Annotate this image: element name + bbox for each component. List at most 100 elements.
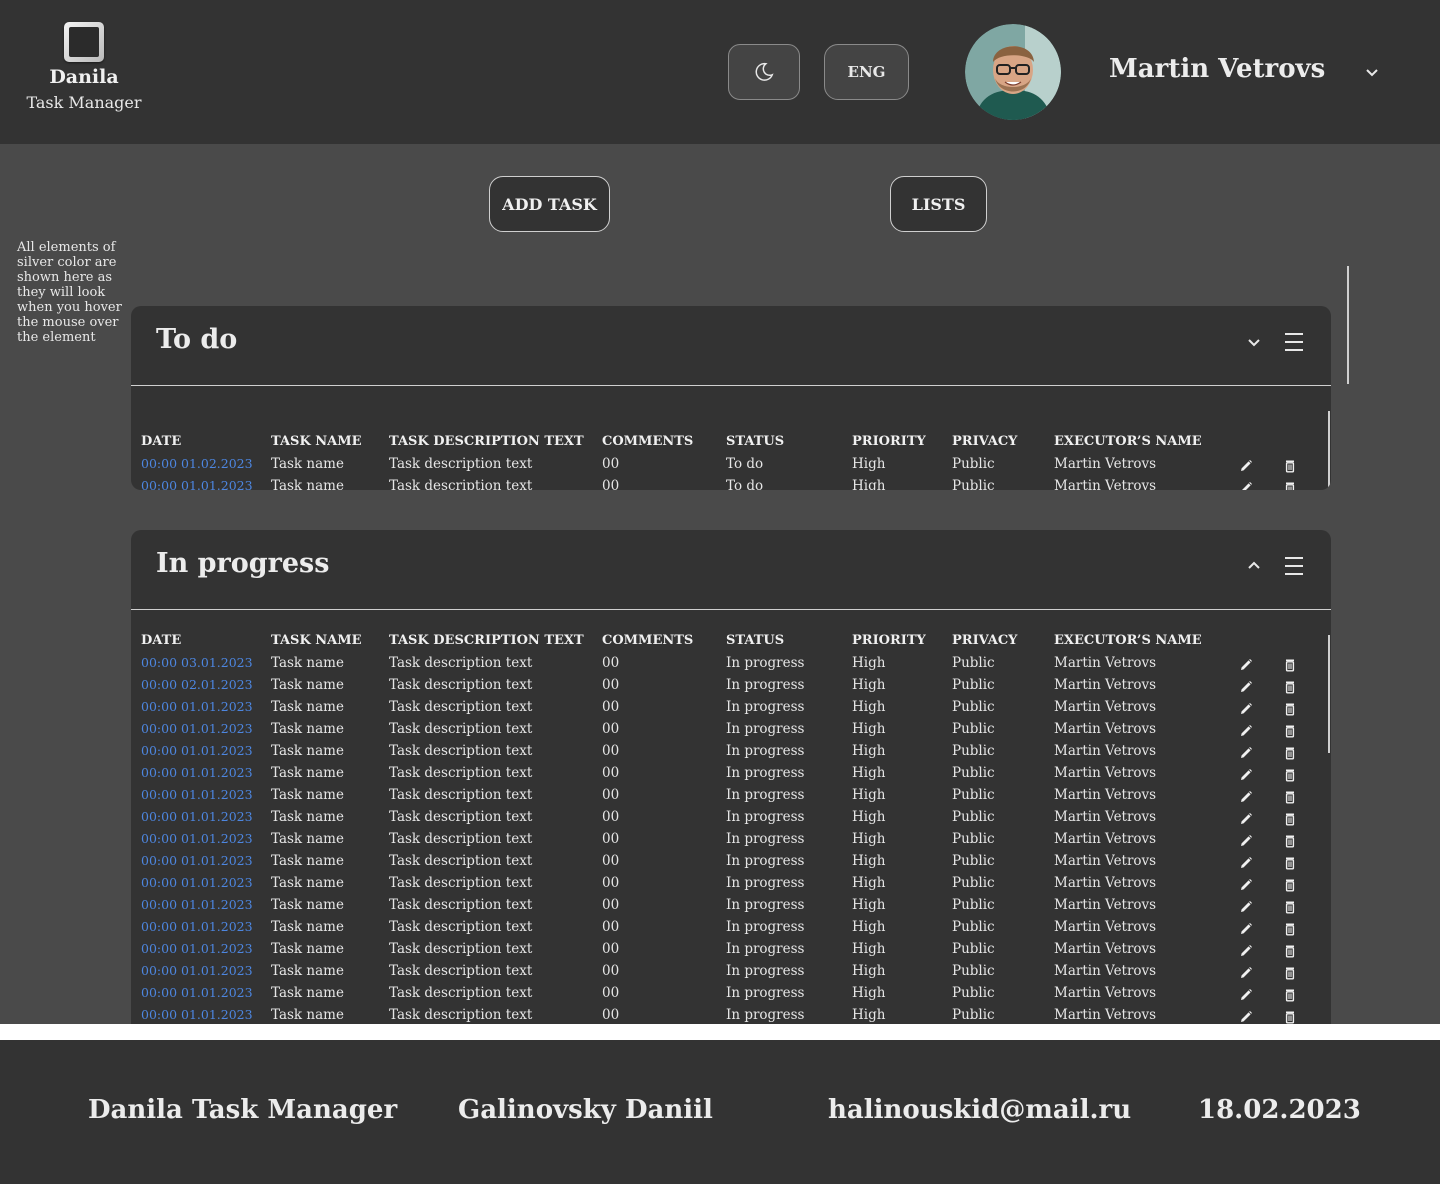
edit-icon[interactable] <box>1239 943 1253 957</box>
column-header-description[interactable]: TASK DESCRIPTION TEXT <box>389 633 584 648</box>
edit-icon[interactable] <box>1239 811 1253 825</box>
cell-date[interactable]: 00:00 01.01.2023 <box>141 478 253 490</box>
cell-date[interactable]: 00:00 01.01.2023 <box>141 831 253 846</box>
delete-icon[interactable] <box>1283 855 1297 870</box>
cell-date[interactable]: 00:00 01.01.2023 <box>141 941 253 956</box>
edit-icon[interactable] <box>1239 679 1253 693</box>
cell-date[interactable]: 00:00 02.01.2023 <box>141 677 253 692</box>
cell-date[interactable]: 00:00 01.01.2023 <box>141 699 253 714</box>
column-header-comments[interactable]: COMMENTS <box>602 633 693 648</box>
table-row[interactable]: 00:00 01.01.2023 Task name Task descriptio… <box>131 831 1331 853</box>
table-row[interactable]: 00:00 01.01.2023 Task name Task descriptio… <box>131 941 1331 963</box>
menu-icon[interactable] <box>1284 331 1304 353</box>
cell-date[interactable]: 00:00 01.01.2023 <box>141 963 253 978</box>
table-row[interactable]: 00:00 01.01.2023 Task name Task descriptio… <box>131 743 1331 765</box>
table-row[interactable]: 00:00 01.01.2023 Task name Task descriptio… <box>131 963 1331 985</box>
cell-date[interactable]: 00:00 01.02.2023 <box>141 456 253 471</box>
column-header-executor[interactable]: EXECUTOR’S NAME <box>1054 434 1202 449</box>
column-header-privacy[interactable]: PRIVACY <box>952 633 1017 648</box>
chevron-down-icon[interactable] <box>1246 334 1262 350</box>
cell-date[interactable]: 00:00 01.01.2023 <box>141 765 253 780</box>
edit-icon[interactable] <box>1239 855 1253 869</box>
table-row[interactable]: 00:00 01.01.2023 Task name Task descriptio… <box>131 787 1331 809</box>
column-header-executor[interactable]: EXECUTOR’S NAME <box>1054 633 1202 648</box>
column-header-status[interactable]: STATUS <box>726 434 784 449</box>
delete-icon[interactable] <box>1283 965 1297 980</box>
edit-icon[interactable] <box>1239 458 1253 472</box>
edit-icon[interactable] <box>1239 789 1253 803</box>
edit-icon[interactable] <box>1239 877 1253 891</box>
avatar[interactable] <box>965 24 1061 120</box>
cell-date[interactable]: 00:00 01.01.2023 <box>141 743 253 758</box>
cell-date[interactable]: 00:00 01.01.2023 <box>141 919 253 934</box>
menu-icon[interactable] <box>1284 555 1304 577</box>
table-row[interactable]: 00:00 01.01.2023 Task name Task descriptio… <box>131 809 1331 831</box>
edit-icon[interactable] <box>1239 987 1253 1001</box>
cell-date[interactable]: 00:00 01.01.2023 <box>141 985 253 1000</box>
column-header-priority[interactable]: PRIORITY <box>852 434 926 449</box>
column-header-task-name[interactable]: TASK NAME <box>271 633 362 648</box>
edit-icon[interactable] <box>1239 899 1253 913</box>
delete-icon[interactable] <box>1283 833 1297 848</box>
delete-icon[interactable] <box>1283 921 1297 936</box>
theme-toggle-button[interactable] <box>728 44 800 100</box>
delete-icon[interactable] <box>1283 789 1297 804</box>
delete-icon[interactable] <box>1283 701 1297 716</box>
column-header-status[interactable]: STATUS <box>726 633 784 648</box>
add-task-button[interactable]: ADD TASK <box>489 176 610 232</box>
edit-icon[interactable] <box>1239 657 1253 671</box>
table-row[interactable]: 00:00 01.01.2023 Task name Task descriptio… <box>131 985 1331 1007</box>
table-row[interactable]: 00:00 01.01.2023 Task name Task descriptio… <box>131 1007 1331 1024</box>
edit-icon[interactable] <box>1239 480 1253 490</box>
cell-date[interactable]: 00:00 01.01.2023 <box>141 809 253 824</box>
edit-icon[interactable] <box>1239 723 1253 737</box>
table-row[interactable]: 00:00 01.01.2023 Task name Task descriptio… <box>131 919 1331 941</box>
delete-icon[interactable] <box>1283 877 1297 892</box>
delete-icon[interactable] <box>1283 1009 1297 1024</box>
cell-date[interactable]: 00:00 01.01.2023 <box>141 1007 253 1022</box>
language-button[interactable]: ENG <box>824 44 909 100</box>
table-row[interactable]: 00:00 03.01.2023 Task name Task descriptio… <box>131 655 1331 677</box>
footer-email[interactable]: halinouskid@mail.ru <box>828 1095 1131 1125</box>
delete-icon[interactable] <box>1283 767 1297 782</box>
delete-icon[interactable] <box>1283 899 1297 914</box>
column-header-priority[interactable]: PRIORITY <box>852 633 926 648</box>
column-header-comments[interactable]: COMMENTS <box>602 434 693 449</box>
cell-date[interactable]: 00:00 01.01.2023 <box>141 875 253 890</box>
table-row[interactable]: 00:00 01.01.2023 Task name Task descriptio… <box>131 875 1331 897</box>
delete-icon[interactable] <box>1283 943 1297 958</box>
delete-icon[interactable] <box>1283 657 1297 672</box>
cell-date[interactable]: 00:00 01.01.2023 <box>141 787 253 802</box>
lists-button[interactable]: LISTS <box>890 176 987 232</box>
edit-icon[interactable] <box>1239 767 1253 781</box>
delete-icon[interactable] <box>1283 480 1297 490</box>
user-name[interactable]: Martin Vetrovs <box>1109 54 1325 84</box>
chevron-up-icon[interactable] <box>1246 558 1262 574</box>
edit-icon[interactable] <box>1239 965 1253 979</box>
edit-icon[interactable] <box>1239 701 1253 715</box>
logo[interactable]: Danila Task Manager <box>14 22 154 112</box>
edit-icon[interactable] <box>1239 833 1253 847</box>
page-scrollbar[interactable] <box>1347 266 1349 384</box>
edit-icon[interactable] <box>1239 1009 1253 1023</box>
column-header-privacy[interactable]: PRIVACY <box>952 434 1017 449</box>
column-header-description[interactable]: TASK DESCRIPTION TEXT <box>389 434 584 449</box>
table-row[interactable]: 00:00 01.01.2023 Task name Task descriptio… <box>131 853 1331 875</box>
column-header-task-name[interactable]: TASK NAME <box>271 434 362 449</box>
cell-date[interactable]: 00:00 01.01.2023 <box>141 897 253 912</box>
table-row[interactable]: 00:00 01.01.2023 Task name Task descriptio… <box>131 765 1331 787</box>
delete-icon[interactable] <box>1283 987 1297 1002</box>
table-row[interactable]: 00:00 01.01.2023 Task name Task descriptio… <box>131 721 1331 743</box>
cell-date[interactable]: 00:00 01.01.2023 <box>141 721 253 736</box>
table-row[interactable]: 00:00 01.01.2023 Task name Task descriptio… <box>131 699 1331 721</box>
delete-icon[interactable] <box>1283 679 1297 694</box>
table-row[interactable]: 00:00 01.01.2023 Task name Task descriptio… <box>131 478 1331 490</box>
table-row[interactable]: 00:00 02.01.2023 Task name Task descriptio… <box>131 677 1331 699</box>
delete-icon[interactable] <box>1283 811 1297 826</box>
delete-icon[interactable] <box>1283 723 1297 738</box>
cell-date[interactable]: 00:00 01.01.2023 <box>141 853 253 868</box>
edit-icon[interactable] <box>1239 921 1253 935</box>
column-header-date[interactable]: DATE <box>141 633 181 648</box>
chevron-down-icon[interactable] <box>1364 64 1380 80</box>
table-row[interactable]: 00:00 01.01.2023 Task name Task descriptio… <box>131 897 1331 919</box>
